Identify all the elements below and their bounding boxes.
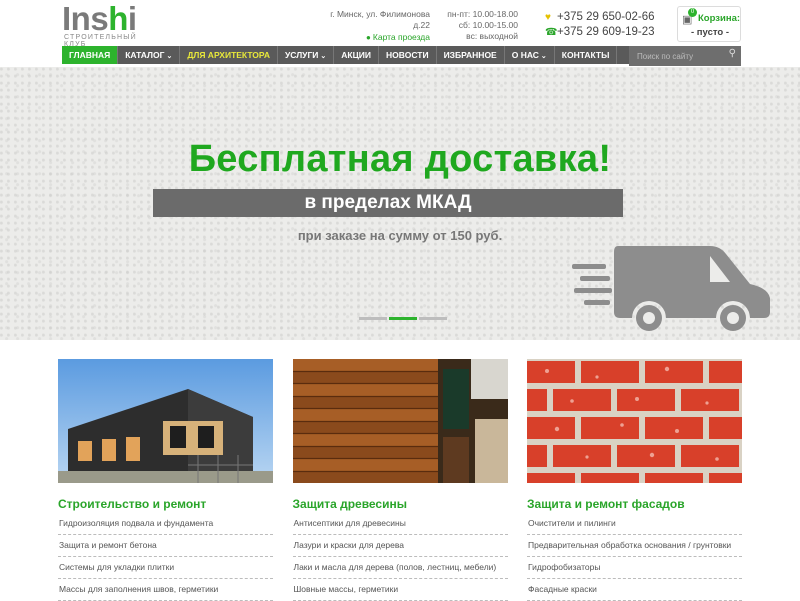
card-title[interactable]: Защита и ремонт фасадов [527, 497, 742, 511]
cart-widget[interactable]: ▣ 0 Корзина: - пусто - [677, 6, 741, 42]
nav-about-label: О НАС [511, 50, 539, 60]
slider-dot-3[interactable] [419, 317, 447, 320]
list-item[interactable]: Предварительная обработка основания / гр… [527, 535, 742, 557]
nav-favorites[interactable]: ИЗБРАННОЕ [437, 46, 505, 64]
card-links: Очистители и пилинги Предварительная обр… [527, 513, 742, 601]
list-item[interactable]: Лаки и масла для дерева (полов, лестниц,… [292, 557, 508, 579]
list-item[interactable]: Фасадные краски [527, 579, 742, 601]
hours-sunday: вс: выходной [466, 31, 518, 41]
logo-wordmark: Inshi [62, 0, 137, 37]
chevron-down-icon: ⌄ [166, 53, 173, 60]
phone-1-number: +375 29 650-02-66 [557, 11, 655, 23]
list-item[interactable]: Гидрофобизаторы [527, 557, 742, 579]
main-nav: ГЛАВНАЯ КАТАЛОГ ⌄ ДЛЯ АРХИТЕКТОРА УСЛУГИ ⌄… [62, 46, 741, 66]
promo-banner[interactable]: Бесплатная доставка! в пределах МКАД при… [0, 67, 800, 340]
address-block: г. Минск, ул. Филимонова д.22 ● Карта про… [330, 9, 430, 43]
card-title[interactable]: Защита древесины [293, 497, 508, 511]
nav-home[interactable]: ГЛАВНАЯ [62, 46, 119, 64]
list-item[interactable]: Шовные массы, герметики [292, 579, 508, 601]
phone-icon: ☎ [545, 27, 558, 38]
nav-promotions[interactable]: АКЦИИ [334, 46, 380, 64]
chevron-down-icon: ⌄ [540, 53, 547, 60]
brick-wall-image[interactable] [489, 359, 767, 495]
banner-title: Бесплатная доставка! [188, 138, 612, 180]
card-links: Антисептики для древесины Лазури и краск… [292, 513, 508, 601]
working-hours: пн-пт: 10.00-18.00 сб: 10.00-15.00 вс: в… [436, 9, 518, 42]
map-link[interactable]: ● Карта проезда [366, 32, 430, 43]
map-pin-icon: ● [366, 33, 371, 42]
nav-contacts[interactable]: КОНТАКТЫ [555, 46, 618, 64]
card-links: Гидроизоляция подвала и фундамента Защит… [58, 513, 273, 601]
address-line-2: д.22 [413, 20, 430, 30]
category-card-facade: Защита и ремонт фасадов Очистители и пил… [489, 359, 767, 601]
banner-strip: в пределах МКАД [153, 189, 623, 217]
velcom-heart-icon: ♥ [545, 12, 551, 23]
slider-dot-1[interactable] [359, 317, 387, 320]
delivery-van-icon [572, 246, 770, 331]
map-link-label: Карта проезда [372, 32, 430, 42]
cart-title: Корзина: [698, 13, 741, 24]
construction-building-image[interactable] [58, 359, 273, 483]
nav-services[interactable]: УСЛУГИ ⌄ [278, 46, 335, 64]
phones-block: ♥ +375 29 650-02-66 ☎+375 29 609-19-23 [545, 10, 655, 40]
search-box: ⚲ [629, 46, 741, 66]
header: Inshi Строительный клуб г. Минск, ул. Фи… [0, 0, 800, 49]
wood-siding-image[interactable] [292, 359, 508, 483]
logo[interactable]: Inshi Строительный клуб [62, 0, 154, 49]
slider-dots [359, 317, 447, 320]
list-item[interactable]: Очистители и пилинги [527, 513, 742, 535]
nav-for-architect[interactable]: ДЛЯ АРХИТЕКТОРА [180, 46, 278, 64]
chevron-down-icon: ⌄ [320, 53, 327, 60]
category-cards: Строительство и ремонт Гидроизоляция под… [58, 359, 767, 601]
list-item[interactable]: Защита и ремонт бетона [58, 535, 273, 557]
card-title[interactable]: Строительство и ремонт [58, 497, 273, 511]
list-item[interactable]: Антисептики для древесины [292, 513, 508, 535]
list-item[interactable]: Системы для укладки плитки [58, 557, 273, 579]
list-item[interactable]: Лазури и краски для дерева [292, 535, 508, 557]
cart-count-badge: 0 [688, 8, 697, 17]
cart-status: - пусто - [691, 27, 730, 38]
category-card-wood: Защита древесины Антисептики для древеси… [292, 359, 508, 601]
nav-catalog-label: КАТАЛОГ [125, 50, 165, 60]
hours-weekdays: пн-пт: 10.00-18.00 [447, 9, 518, 19]
list-item[interactable]: Массы для заполнения швов, герметики [58, 579, 273, 601]
nav-catalog[interactable]: КАТАЛОГ ⌄ [118, 46, 181, 64]
search-input[interactable] [629, 47, 741, 66]
address-line-1: г. Минск, ул. Филимонова [330, 9, 430, 19]
nav-about[interactable]: О НАС ⌄ [505, 46, 555, 64]
phone-2-number: +375 29 609-19-23 [557, 26, 655, 38]
nav-services-label: УСЛУГИ [284, 50, 319, 60]
category-card-construction: Строительство и ремонт Гидроизоляция под… [58, 359, 273, 601]
phone-2[interactable]: ☎+375 29 609-19-23 [545, 25, 655, 40]
phone-1[interactable]: ♥ +375 29 650-02-66 [545, 10, 655, 25]
nav-news[interactable]: НОВОСТИ [379, 46, 437, 64]
hours-saturday: сб: 10.00-15.00 [458, 20, 518, 30]
search-icon[interactable]: ⚲ [729, 48, 736, 59]
slider-dot-2-active[interactable] [389, 317, 417, 320]
list-item[interactable]: Гидроизоляция подвала и фундамента [58, 513, 273, 535]
